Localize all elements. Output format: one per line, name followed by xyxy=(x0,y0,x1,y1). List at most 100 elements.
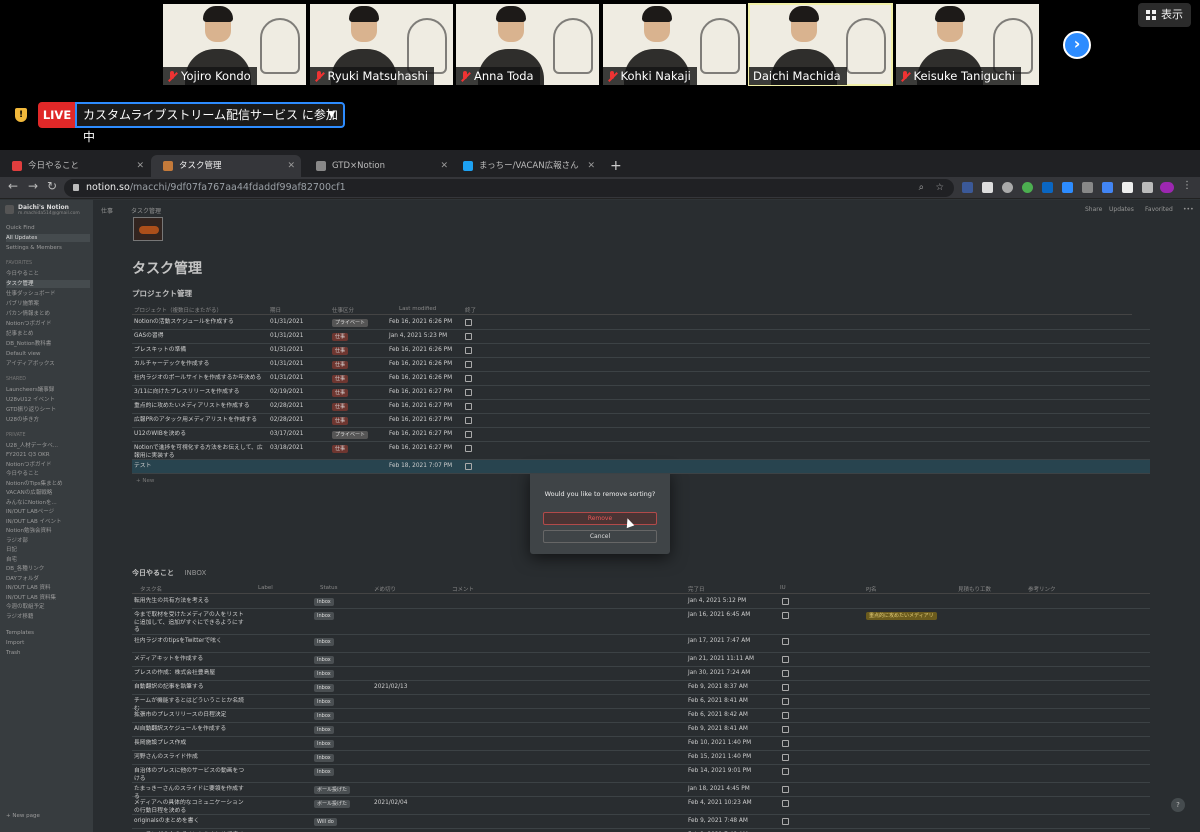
sidebar-favorite-item[interactable]: パブリ施策案 xyxy=(6,300,90,308)
sidebar-private-item[interactable]: FY2021 Q3 OKR xyxy=(6,451,90,459)
livestream-dropdown[interactable]: カスタムライブストリーム配信サービス に参加中 ▼ xyxy=(75,102,345,144)
task-iu-checkbox[interactable] xyxy=(782,712,789,719)
sidebar-private-item[interactable]: 日記 xyxy=(6,546,90,554)
task-deadline[interactable]: 2021/02/04 xyxy=(374,800,407,806)
participant-tile[interactable]: Anna Toda xyxy=(456,4,599,85)
project-column-header[interactable]: 仕事区分 xyxy=(332,306,354,314)
project-category-tag[interactable]: プライベート xyxy=(332,319,369,327)
sidebar-favorite-item[interactable]: 記事まとめ xyxy=(6,330,90,338)
task-name[interactable]: 自動翻訳の記事を執筆する xyxy=(134,684,246,692)
today-column-header[interactable]: コメント xyxy=(452,585,474,593)
project-category-tag[interactable]: 仕事 xyxy=(332,417,349,425)
view-button[interactable]: 表示 xyxy=(1138,3,1191,27)
project-row[interactable]: テスト Feb 18, 2021 7:07 PM xyxy=(132,460,1150,474)
task-name[interactable]: 拡張市のプレスリリースの日程決定 xyxy=(134,712,246,720)
project-row[interactable]: 広報PRのアタック用メディアリストを作成する 02/28/2021 仕事 Feb 16… xyxy=(132,414,1150,428)
sidebar-favorite-item[interactable]: Default view xyxy=(6,350,90,358)
task-status-tag[interactable]: Inbox xyxy=(314,726,334,734)
task-name[interactable]: メディアキットを作成する xyxy=(134,656,246,664)
project-date[interactable]: 01/31/2021 xyxy=(270,333,303,339)
task-completed-date[interactable]: Jan 17, 2021 7:47 AM xyxy=(688,638,750,644)
project-date[interactable]: 01/31/2021 xyxy=(270,361,303,367)
task-status-tag[interactable]: Inbox xyxy=(314,768,334,776)
task-status-tag[interactable]: Inbox xyxy=(314,698,334,706)
help-button[interactable]: ? xyxy=(1171,798,1185,812)
task-iu-checkbox[interactable] xyxy=(782,726,789,733)
live-badge[interactable]: LIVE xyxy=(38,102,76,128)
task-name[interactable]: プレスの作成：株式会社豊島屋 xyxy=(134,670,246,678)
task-completed-date[interactable]: Jan 18, 2021 4:45 PM xyxy=(688,786,750,792)
zoom-extension-icon[interactable] xyxy=(1062,182,1073,193)
project-name[interactable]: 重点的に攻めたいメディアリストを作成する xyxy=(134,403,264,411)
sidebar-private-item[interactable]: 今週の取組予定 xyxy=(6,603,90,611)
today-task-row[interactable]: 社内ラジオのtipsをTwitterで呟く Inbox Jan 17, 2021 7… xyxy=(132,635,1150,653)
today-column-header[interactable]: IU xyxy=(780,585,786,591)
project-column-header[interactable]: プロジェクト（複数日にまたがる） xyxy=(134,306,222,314)
sidebar-top-item[interactable]: All Updates xyxy=(6,234,90,242)
new-row-button[interactable]: + New xyxy=(136,478,154,484)
participant-tile[interactable]: Kohki Nakaji xyxy=(602,4,746,85)
task-iu-checkbox[interactable] xyxy=(782,818,789,825)
project-name[interactable]: Notionで進捗を可視化する方法をお伝えして、広報用に実装する xyxy=(134,445,264,460)
sidebar-private-item[interactable]: ラジオ移籍 xyxy=(6,613,90,621)
project-column-header[interactable]: Last modified xyxy=(399,306,436,312)
translate-extension-icon[interactable] xyxy=(1102,182,1113,193)
project-row[interactable]: プレスキットの準備 01/31/2021 仕事 Feb 16, 2021 6:26 P… xyxy=(132,344,1150,358)
task-completed-date[interactable]: Feb 9, 2021 8:41 AM xyxy=(688,726,748,732)
circle-extension-icon[interactable] xyxy=(1002,182,1013,193)
today-column-header[interactable]: 参考リンク xyxy=(1028,585,1056,593)
today-task-row[interactable]: たまっきーさんのスライドに要領を作成する ボール投げた Jan 18, 2021 4… xyxy=(132,783,1150,800)
back-arrow-icon[interactable]: ← xyxy=(8,179,18,193)
profile-avatar[interactable] xyxy=(1160,182,1174,193)
project-row[interactable]: GASの習得 01/31/2021 仕事 Jan 4, 2021 5:23 PM xyxy=(132,330,1150,344)
tab-close-icon[interactable]: ✕ xyxy=(440,155,448,177)
today-column-header[interactable]: Label xyxy=(258,585,273,591)
task-iu-checkbox[interactable] xyxy=(782,638,789,645)
project-date[interactable]: 03/17/2021 xyxy=(270,431,303,437)
project-category-tag[interactable]: 仕事 xyxy=(332,375,349,383)
sidebar-private-item[interactable]: ラジオ部 xyxy=(6,537,90,545)
project-row[interactable]: Notionの活動スケジュールを作成する 01/31/2021 プライベート Feb … xyxy=(132,316,1150,330)
task-name[interactable]: 河野さんのスライド作成 xyxy=(134,754,246,762)
project-date[interactable]: 02/28/2021 xyxy=(270,417,303,423)
task-status-tag[interactable]: Inbox xyxy=(314,670,334,678)
color-extension-icon[interactable] xyxy=(1022,182,1033,193)
sidebar-top-item[interactable]: Settings & Members xyxy=(6,244,90,252)
project-category-tag[interactable]: 仕事 xyxy=(332,389,349,397)
task-name[interactable]: AI自動翻訳スケジュールを作成する xyxy=(134,726,246,734)
workspace-avatar[interactable] xyxy=(5,205,14,214)
sidebar-top-item[interactable]: Quick Find xyxy=(6,224,90,232)
task-iu-checkbox[interactable] xyxy=(782,786,789,793)
today-task-row[interactable]: 拡張市のプレスリリースの日程決定 Inbox Feb 6, 2021 8:42 AM xyxy=(132,709,1150,723)
task-completed-date[interactable]: Feb 4, 2021 10:23 AM xyxy=(688,800,752,806)
task-iu-checkbox[interactable] xyxy=(782,768,789,775)
today-task-row[interactable]: AI自動翻訳スケジュールを作成する Inbox Feb 9, 2021 8:41 A… xyxy=(132,723,1150,737)
task-iu-checkbox[interactable] xyxy=(782,754,789,761)
project-done-checkbox[interactable] xyxy=(465,389,472,396)
cancel-button[interactable]: Cancel xyxy=(543,530,657,543)
sidebar-private-item[interactable]: VACANの広報戦略 xyxy=(6,489,90,497)
sidebar-favorite-item[interactable]: 仕事ダッシュボード xyxy=(6,290,90,298)
url-field[interactable]: notion.so/macchi/9df07fa767aa44fdaddf99a… xyxy=(64,179,954,197)
project-done-checkbox[interactable] xyxy=(465,333,472,340)
participant-tile[interactable]: Daichi Machida xyxy=(748,3,893,86)
new-page-button[interactable]: + New page xyxy=(6,812,90,820)
project-category-tag[interactable]: 仕事 xyxy=(332,333,349,341)
project-name[interactable]: U12のWIBを決める xyxy=(134,431,264,439)
task-status-tag[interactable]: Inbox xyxy=(314,638,334,646)
sidebar-private-item[interactable]: IN/OUT LAB 資料 xyxy=(6,584,90,592)
sidebar-private-item[interactable]: Notion勉強会資料 xyxy=(6,527,90,535)
today-column-header[interactable]: タスク名 xyxy=(140,585,162,593)
task-status-tag[interactable]: Inbox xyxy=(314,598,334,606)
today-task-row[interactable]: 自動翻訳の記事を執筆する Inbox 2021/02/13 Feb 9, 2021 8… xyxy=(132,681,1150,695)
today-task-row[interactable]: originalsのまとめを書く Will do Feb 9, 2021 7:48 … xyxy=(132,815,1150,829)
task-status-tag[interactable]: Inbox xyxy=(314,612,334,620)
sidebar-favorite-item[interactable]: DB_Notion教科書 xyxy=(6,340,90,348)
project-done-checkbox[interactable] xyxy=(465,319,472,326)
zoom-magnifier-icon[interactable]: ⌕ xyxy=(919,179,924,197)
project-date[interactable]: 01/31/2021 xyxy=(270,319,303,325)
today-column-header[interactable]: 〆め切り xyxy=(374,585,396,593)
task-completed-date[interactable]: Jan 21, 2021 11:11 AM xyxy=(688,656,754,662)
tab-close-icon[interactable]: ✕ xyxy=(287,155,295,177)
task-completed-date[interactable]: Feb 15, 2021 1:40 PM xyxy=(688,754,751,760)
